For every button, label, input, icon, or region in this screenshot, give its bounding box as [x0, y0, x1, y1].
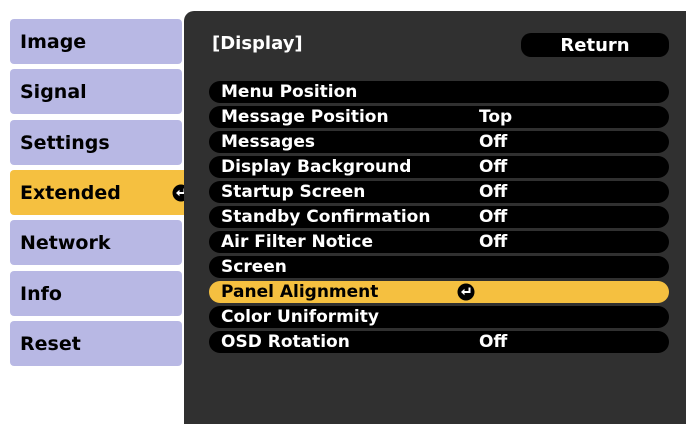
tab-label: Settings	[20, 131, 110, 154]
menu-item-message-position[interactable]: Message Position Top	[209, 106, 669, 128]
return-button[interactable]: Return	[521, 33, 669, 57]
menu-item-value: Off	[479, 182, 508, 202]
tab-label: Network	[20, 231, 111, 254]
menu-item-label: Display Background	[221, 157, 412, 177]
menu-item-value: Off	[479, 157, 508, 177]
menu-item-air-filter-notice[interactable]: Air Filter Notice Off	[209, 231, 669, 253]
tab-label: Image	[20, 30, 87, 53]
menu-item-standby-confirmation[interactable]: Standby Confirmation Off	[209, 206, 669, 228]
menu-item-value: Off	[479, 132, 508, 152]
tab-info[interactable]: Info	[10, 271, 182, 316]
tab-label: Extended	[20, 181, 121, 204]
tab-label: Reset	[20, 332, 81, 355]
menu-item-startup-screen[interactable]: Startup Screen Off	[209, 181, 669, 203]
menu-item-display-background[interactable]: Display Background Off	[209, 156, 669, 178]
tab-image[interactable]: Image	[10, 19, 182, 64]
menu-item-label: Color Uniformity	[221, 307, 379, 327]
menu-item-value: Off	[479, 232, 508, 252]
menu-item-menu-position[interactable]: Menu Position	[209, 81, 669, 103]
menu-item-label: Screen	[221, 257, 287, 277]
menu-item-screen[interactable]: Screen	[209, 256, 669, 278]
menu-item-label: Message Position	[221, 107, 389, 127]
menu-item-panel-alignment[interactable]: Panel Alignment	[209, 281, 669, 303]
menu-item-value: Off	[479, 332, 508, 352]
menu-item-value: Off	[479, 207, 508, 227]
menu-item-label: Messages	[221, 132, 315, 152]
menu-item-color-uniformity[interactable]: Color Uniformity	[209, 306, 669, 328]
menu-item-label: Startup Screen	[221, 182, 366, 202]
menu-item-label: Menu Position	[221, 82, 358, 102]
menu-item-label: Air Filter Notice	[221, 232, 373, 252]
menu-item-label: OSD Rotation	[221, 332, 350, 352]
menu-item-label: Panel Alignment	[221, 282, 379, 302]
display-submenu-panel: [Display] Return Menu Position Message P…	[184, 11, 686, 424]
tab-signal[interactable]: Signal	[10, 69, 182, 114]
tab-label: Signal	[20, 80, 87, 103]
menu-item-messages[interactable]: Messages Off	[209, 131, 669, 153]
return-button-label: Return	[560, 34, 630, 56]
tab-label: Info	[20, 282, 62, 305]
tab-settings[interactable]: Settings	[10, 120, 182, 165]
menu-item-value: Top	[479, 107, 513, 127]
enter-icon	[457, 283, 475, 301]
tab-reset[interactable]: Reset	[10, 321, 182, 366]
menu-item-osd-rotation[interactable]: OSD Rotation Off	[209, 331, 669, 353]
panel-title: [Display]	[212, 33, 303, 54]
tab-extended[interactable]: Extended	[10, 170, 196, 215]
tab-network[interactable]: Network	[10, 220, 182, 265]
menu-item-label: Standby Confirmation	[221, 207, 431, 227]
